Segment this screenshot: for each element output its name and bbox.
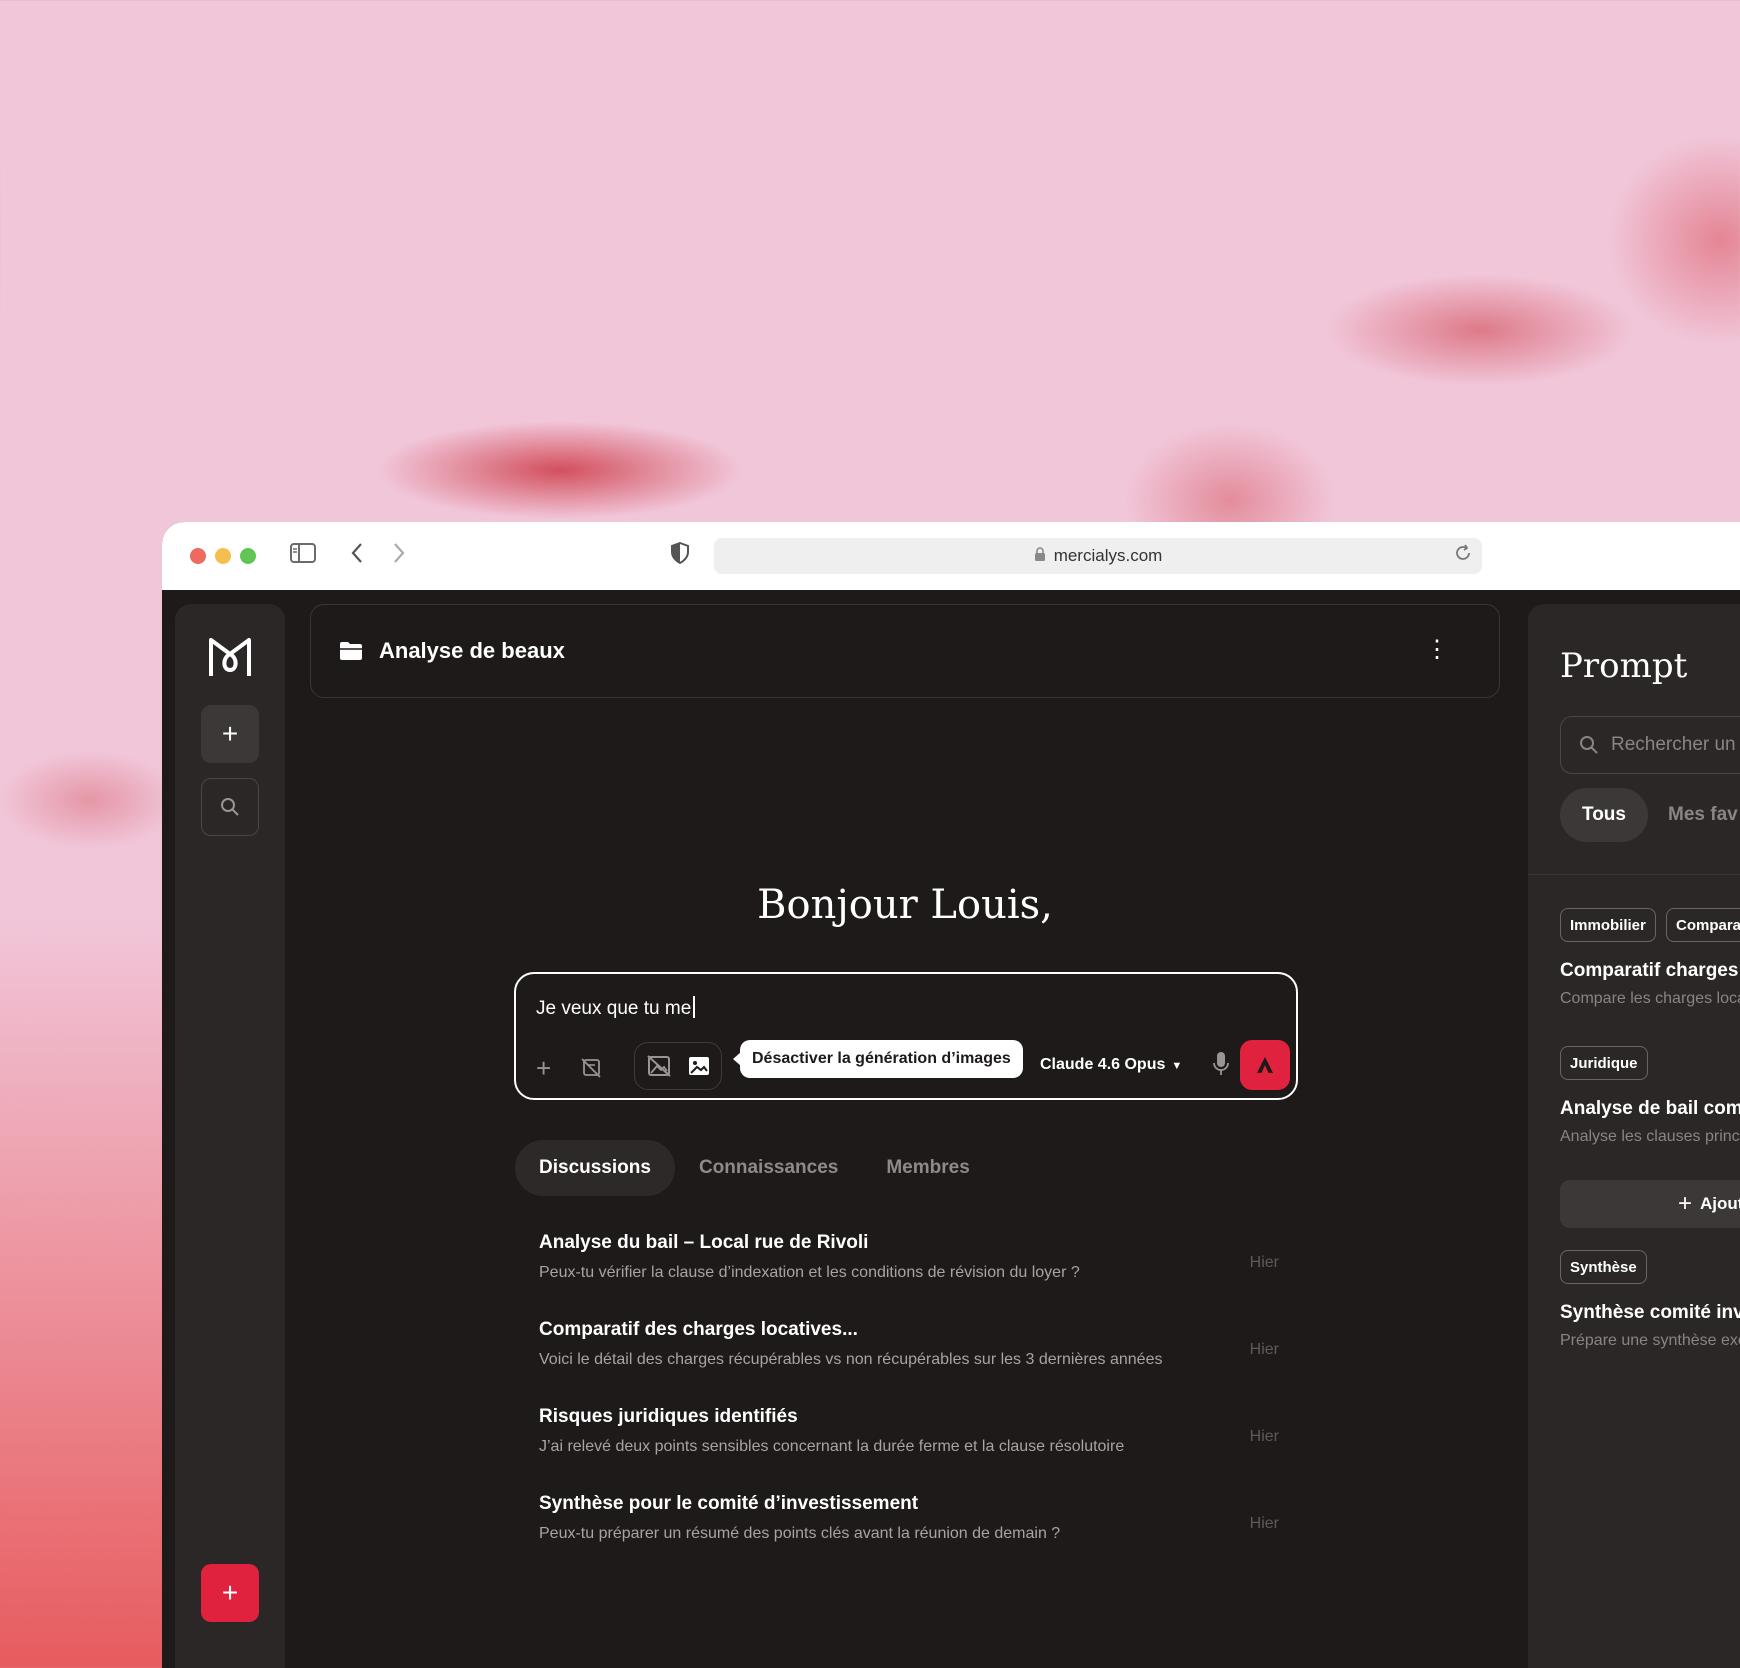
microphone-icon[interactable] <box>1212 1050 1230 1078</box>
chevron-down-icon: ▼ <box>1171 1060 1183 1072</box>
project-tabs: Discussions Connaissances Membres <box>515 1140 994 1196</box>
discussion-preview: Peux-tu vérifier la clause d’indexation … <box>539 1264 1080 1281</box>
create-button[interactable]: + <box>201 1564 259 1622</box>
list-item[interactable]: Comparatif des charges locatives... Voic… <box>539 1319 1279 1406</box>
plus-icon: + <box>221 1577 239 1608</box>
tag-chip[interactable]: Juridique <box>1560 1046 1648 1080</box>
forward-arrow-icon[interactable] <box>392 542 406 571</box>
filter-favorites[interactable]: Mes fav <box>1668 788 1738 842</box>
discussion-title: Synthèse pour le comité d’investissement <box>539 1493 919 1514</box>
tag-chip[interactable]: Compara <box>1666 908 1740 942</box>
sidebar-toggle-icon[interactable] <box>290 542 316 570</box>
send-button[interactable] <box>1240 1040 1290 1090</box>
discussion-title: Analyse du bail – Local rue de Rivoli <box>539 1232 869 1253</box>
new-chat-button[interactable]: + <box>201 705 259 763</box>
add-prompt-label: Ajout <box>1700 1194 1740 1213</box>
chat-composer[interactable]: Je veux que tu me + Désactiver la généra… <box>514 972 1298 1100</box>
project-title: Analyse de beaux <box>379 638 565 663</box>
discussion-date: Hier <box>1249 1515 1279 1532</box>
left-sidebar: + + <box>175 604 285 1668</box>
discussion-preview: Peux-tu préparer un résumé des points cl… <box>539 1525 1061 1542</box>
discussion-preview: Voici le détail des charges récupérables… <box>539 1351 1163 1368</box>
search-placeholder: Rechercher un p <box>1611 734 1740 755</box>
prompt-item-description: Analyse les clauses princi <box>1560 1128 1740 1145</box>
close-window-button[interactable] <box>190 548 206 564</box>
list-item[interactable]: Analyse du bail – Local rue de Rivoli Pe… <box>539 1232 1279 1319</box>
image-generation-tooltip: Désactiver la génération d’images <box>733 1040 1023 1078</box>
prompt-library-icon[interactable] <box>580 1054 602 1086</box>
browser-chrome: mercialys.com <box>162 522 1740 590</box>
send-icon <box>1257 1057 1273 1073</box>
image-off-icon[interactable] <box>647 1055 671 1077</box>
folder-icon <box>340 642 362 660</box>
project-header: Analyse de beaux ⋮ <box>310 604 1500 698</box>
maximize-window-button[interactable] <box>240 548 256 564</box>
mercialys-logo-icon[interactable] <box>207 636 253 678</box>
text-caret <box>693 996 696 1018</box>
plus-icon: + <box>221 718 239 749</box>
lock-icon <box>1034 547 1046 565</box>
search-icon <box>1580 736 1598 754</box>
prompt-panel: Prompt Rechercher un p Tous Mes fav Immo… <box>1528 604 1740 1668</box>
discussion-date: Hier <box>1249 1341 1279 1358</box>
add-attachment-icon[interactable]: + <box>536 1052 551 1084</box>
search-button[interactable] <box>201 778 259 836</box>
prompt-item-description: Compare les charges loca <box>1560 990 1740 1007</box>
model-selector[interactable]: Claude 4.6 Opus ▼ <box>1040 1056 1182 1074</box>
minimize-window-button[interactable] <box>215 548 231 564</box>
filter-tous[interactable]: Tous <box>1560 788 1648 842</box>
discussion-title: Comparatif des charges locatives... <box>539 1319 858 1340</box>
back-arrow-icon[interactable] <box>350 542 364 571</box>
prompt-search-input[interactable]: Rechercher un p <box>1560 716 1740 774</box>
shield-icon[interactable] <box>670 541 690 571</box>
tab-membres[interactable]: Membres <box>862 1140 993 1196</box>
tab-discussions[interactable]: Discussions <box>515 1140 675 1196</box>
tab-connaissances[interactable]: Connaissances <box>675 1140 862 1196</box>
prompt-item-title[interactable]: Synthèse comité inve <box>1560 1302 1740 1324</box>
discussion-date: Hier <box>1249 1428 1279 1445</box>
tag-chip[interactable]: Immobilier <box>1560 908 1656 942</box>
discussion-date: Hier <box>1249 1254 1279 1271</box>
add-prompt-button[interactable]: + Ajout <box>1560 1180 1740 1228</box>
plus-icon: + <box>1678 1190 1693 1217</box>
image-on-icon[interactable] <box>687 1055 711 1077</box>
composer-input[interactable]: Je veux que tu me <box>536 996 696 1020</box>
browser-window: mercialys.com + + Analyse de beaux ⋮ Bon… <box>162 522 1740 1668</box>
discussion-title: Risques juridiques identifiés <box>539 1406 798 1427</box>
greeting-heading: Bonjour Louis, <box>757 882 1053 928</box>
more-options-icon[interactable]: ⋮ <box>1425 635 1449 665</box>
reload-icon[interactable] <box>1454 544 1472 567</box>
search-icon <box>221 798 239 816</box>
prompt-item-title[interactable]: Analyse de bail comm <box>1560 1098 1740 1120</box>
address-bar[interactable]: mercialys.com <box>714 538 1482 574</box>
url-text: mercialys.com <box>1053 546 1163 565</box>
image-generation-toggle[interactable] <box>634 1042 722 1090</box>
panel-title: Prompt <box>1560 646 1688 686</box>
prompt-item-description: Prépare une synthèse exé <box>1560 1332 1740 1349</box>
prompt-item-title[interactable]: Comparatif charges lo <box>1560 960 1740 982</box>
panel-divider <box>1528 874 1740 875</box>
discussion-preview: J’ai relevé deux points sensibles concer… <box>539 1438 1125 1455</box>
list-item[interactable]: Risques juridiques identifiés J’ai relev… <box>539 1406 1279 1493</box>
list-item[interactable]: Synthèse pour le comité d’investissement… <box>539 1493 1279 1580</box>
discussion-list: Analyse du bail – Local rue de Rivoli Pe… <box>539 1232 1279 1580</box>
tag-chip[interactable]: Synthèse <box>1560 1250 1647 1284</box>
